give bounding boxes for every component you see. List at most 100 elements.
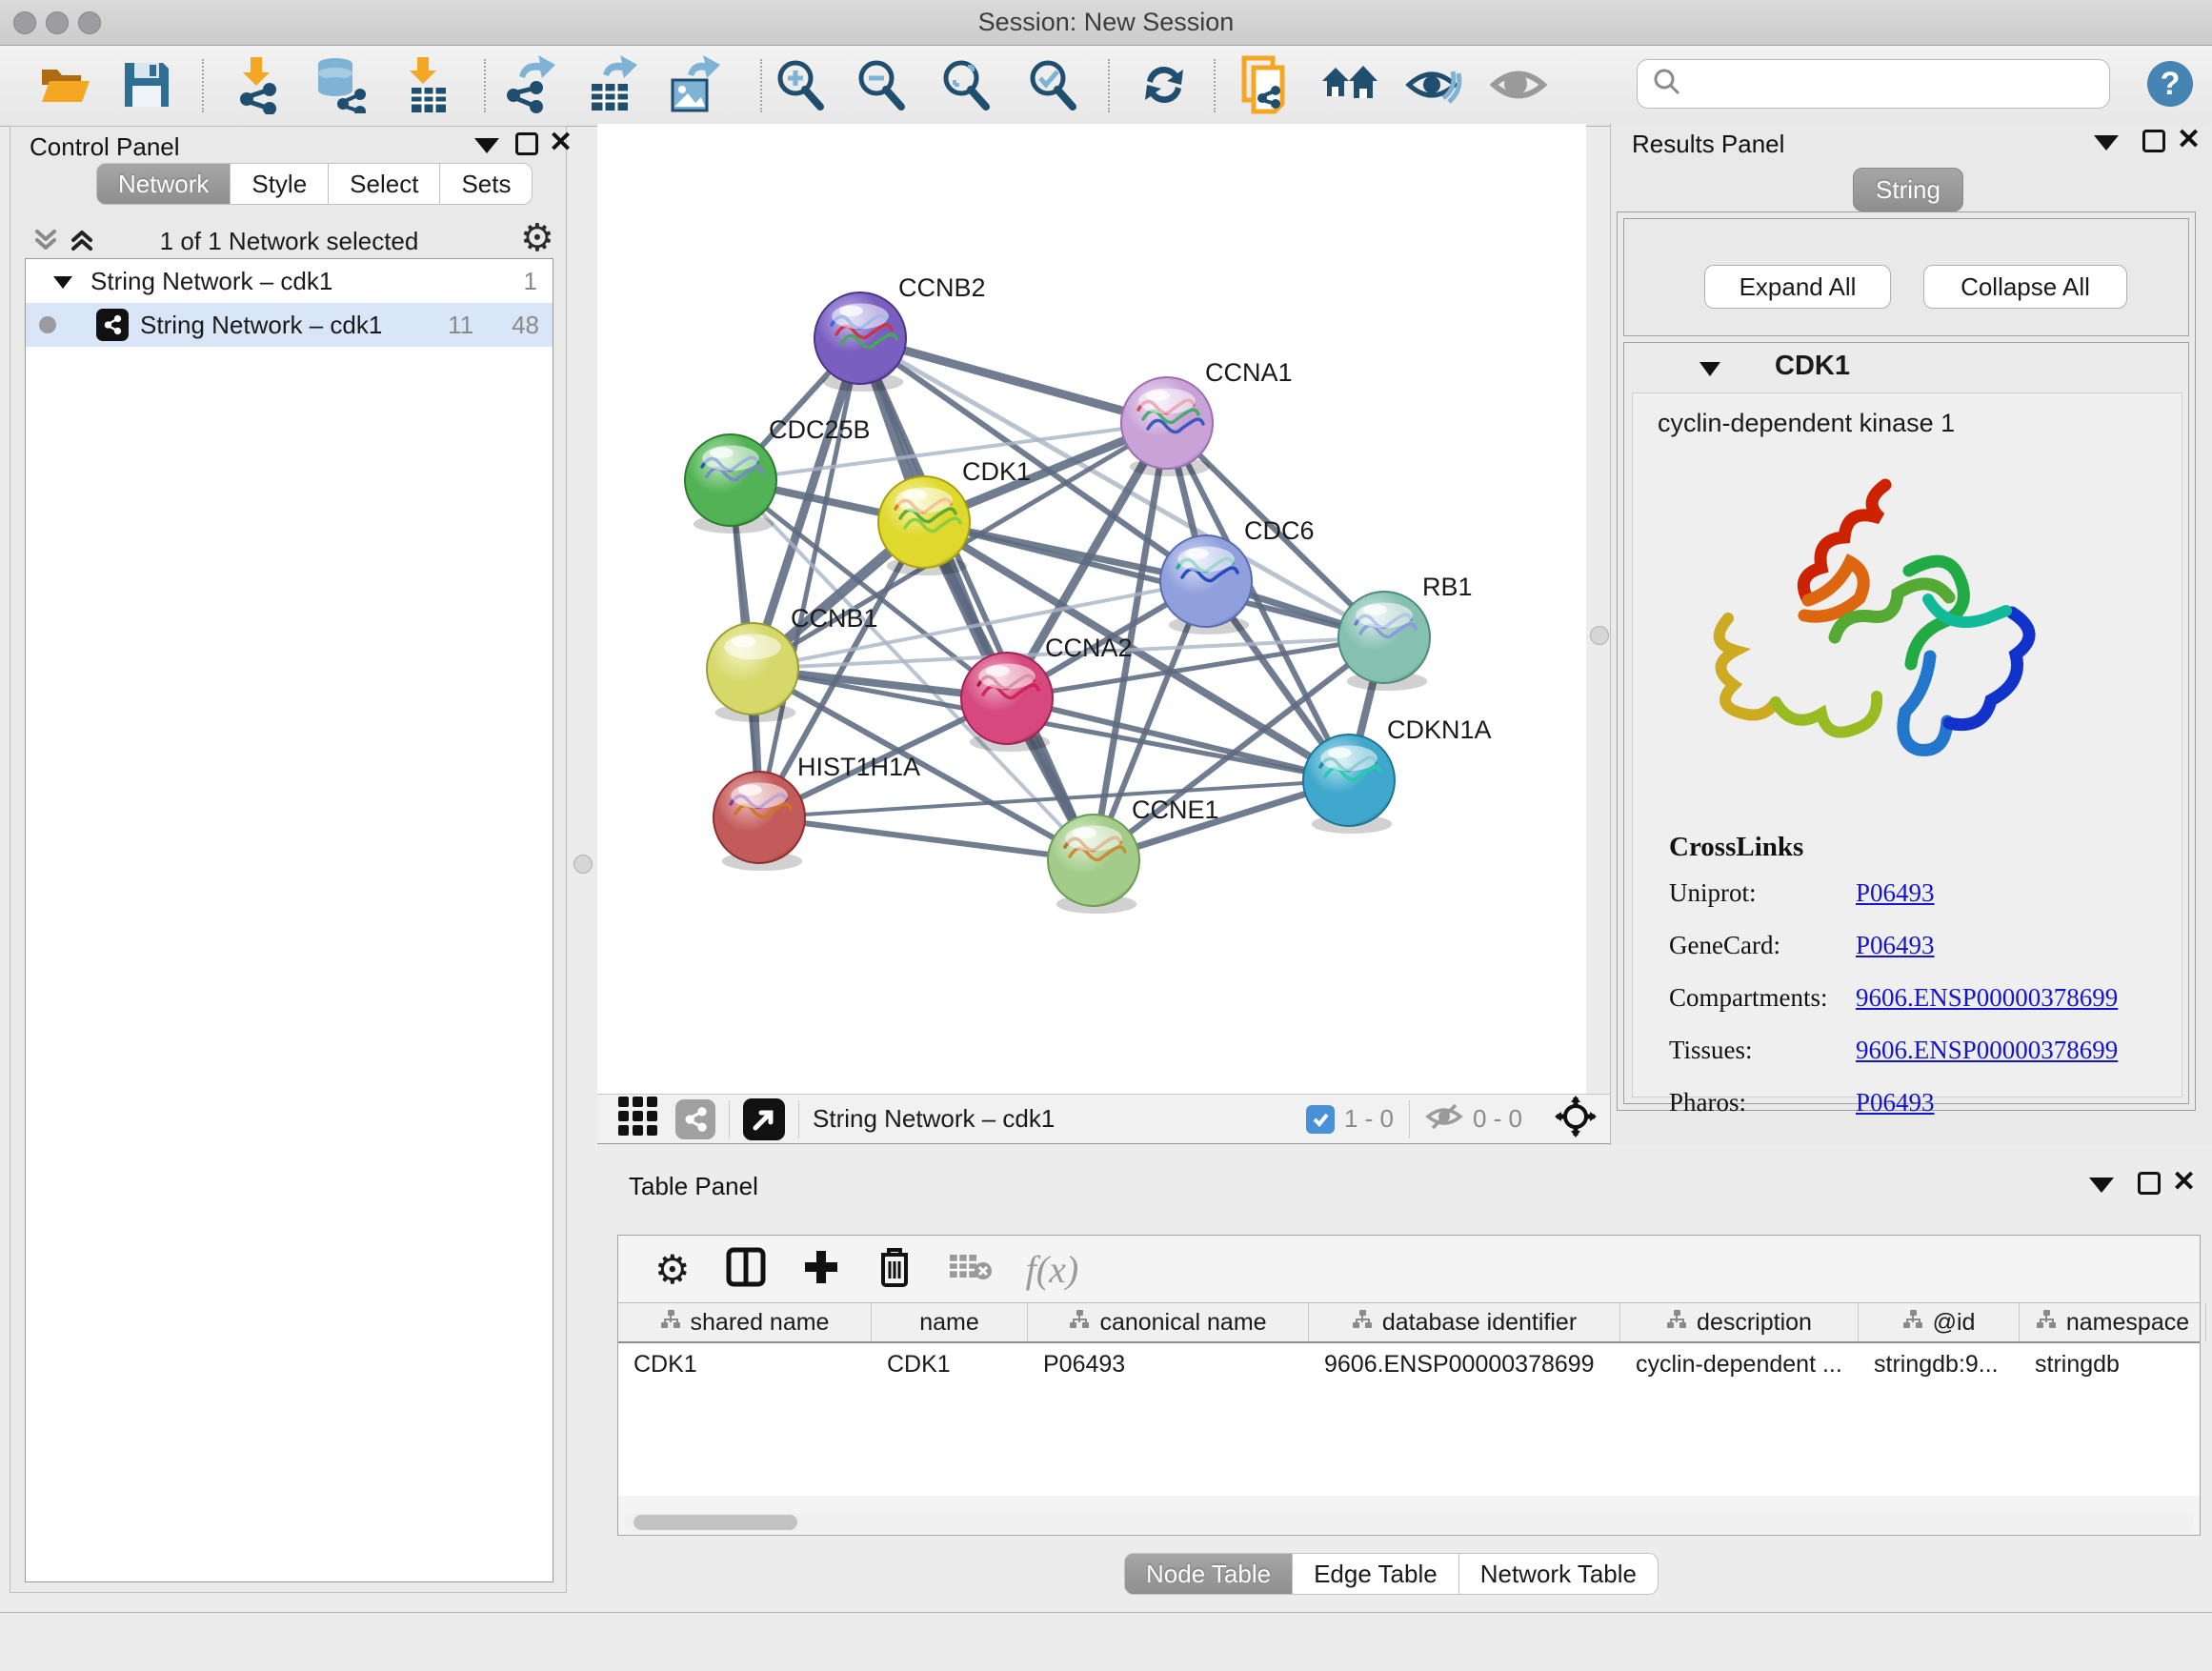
- zoom-in-icon[interactable]: [770, 53, 831, 116]
- function-builder-icon[interactable]: f(x): [1026, 1247, 1079, 1292]
- column-type-icon: [1902, 1309, 1923, 1337]
- crosslink-link[interactable]: P06493: [1856, 1088, 1935, 1117]
- table-row[interactable]: CDK1CDK1P064939606.ENSP00000378699cyclin…: [618, 1343, 2200, 1385]
- crosslink-link[interactable]: 9606.ENSP00000378699: [1856, 983, 2118, 1013]
- hide-selected-eye-icon[interactable]: [1403, 53, 1464, 116]
- network-row[interactable]: String Network – cdk1 11 48: [26, 303, 553, 347]
- column-type-icon: [2036, 1309, 2057, 1337]
- network-collection-row[interactable]: String Network – cdk1 1: [26, 259, 553, 303]
- fit-selected-crosshair-icon[interactable]: [1555, 1096, 1597, 1142]
- hidden-eye-icon[interactable]: [1425, 1101, 1463, 1137]
- import-table-file-icon[interactable]: [394, 53, 455, 116]
- tab-style[interactable]: Style: [231, 163, 329, 205]
- network-share-icon[interactable]: [675, 1099, 715, 1139]
- column-label: database identifier: [1382, 1309, 1577, 1337]
- table-cell[interactable]: CDK1: [872, 1343, 1028, 1385]
- save-session-icon[interactable]: [116, 53, 177, 116]
- tab-network-table[interactable]: Network Table: [1459, 1553, 1659, 1595]
- control-panel-close-icon[interactable]: ✕: [549, 131, 573, 155]
- window-title: Session: New Session: [0, 0, 2212, 45]
- column-header-shared-name[interactable]: shared name: [618, 1303, 872, 1341]
- search-input[interactable]: [1691, 69, 2109, 100]
- import-network-database-icon[interactable]: [309, 53, 370, 116]
- results-panel-float-icon[interactable]: [2142, 130, 2165, 152]
- export-network-icon[interactable]: [497, 53, 558, 116]
- delete-table-icon[interactable]: [948, 1251, 992, 1288]
- network-selection-summary: 1 of 1 Network selected: [10, 227, 568, 256]
- table-cell[interactable]: P06493: [1028, 1343, 1309, 1385]
- gene-section-expander-icon[interactable]: [1699, 360, 1721, 382]
- open-session-icon[interactable]: [34, 53, 95, 116]
- node-label-CCNE1: CCNE1: [1132, 795, 1219, 824]
- search-field[interactable]: [1637, 59, 2110, 109]
- column-header-database-identifier[interactable]: database identifier: [1309, 1303, 1620, 1341]
- tab-node-table[interactable]: Node Table: [1124, 1553, 1293, 1595]
- zoom-selected-icon[interactable]: [1022, 53, 1083, 116]
- tab-string[interactable]: String: [1853, 168, 1963, 211]
- edge-CCNB2-HIST1H1A[interactable]: [759, 338, 860, 817]
- open-in-window-icon[interactable]: [743, 1098, 785, 1140]
- table-panel-float-icon[interactable]: [2138, 1172, 2161, 1195]
- edge-HIST1H1A-CCNE1[interactable]: [759, 817, 1094, 860]
- duplicate-network-icon[interactable]: [1237, 53, 1298, 116]
- refresh-icon[interactable]: [1134, 53, 1195, 116]
- delete-column-trash-icon[interactable]: [875, 1245, 914, 1294]
- edge-CDK1-RB1[interactable]: [924, 522, 1384, 637]
- zoom-out-icon[interactable]: [851, 53, 912, 116]
- birds-eye-grid-icon[interactable]: [616, 1095, 660, 1143]
- zoom-fit-icon[interactable]: [935, 53, 996, 116]
- crosslink-label: Compartments:: [1669, 983, 1856, 1013]
- table-cell[interactable]: stringdb:9...: [1859, 1343, 2020, 1385]
- node-label-CCNA2: CCNA2: [1045, 634, 1133, 662]
- tab-select[interactable]: Select: [329, 163, 440, 205]
- table-cell[interactable]: stringdb: [2020, 1343, 2206, 1385]
- edge-CCNB2-CCNA1[interactable]: [860, 338, 1167, 423]
- tab-edge-table[interactable]: Edge Table: [1293, 1553, 1459, 1595]
- tab-network[interactable]: Network: [96, 163, 231, 205]
- column-header--id[interactable]: @id: [1859, 1303, 2020, 1341]
- crosslink-link[interactable]: P06493: [1856, 878, 1935, 908]
- crosslink-link[interactable]: P06493: [1856, 931, 1935, 960]
- node-RB1[interactable]: RB1: [1338, 573, 1473, 691]
- results-panel-close-icon[interactable]: ✕: [2177, 128, 2201, 152]
- import-network-file-icon[interactable]: [227, 53, 288, 116]
- table-cell[interactable]: 9606.ENSP00000378699: [1309, 1343, 1620, 1385]
- node-CCNB2[interactable]: CCNB2: [814, 273, 986, 392]
- tab-sets[interactable]: Sets: [440, 163, 533, 205]
- table-cell[interactable]: cyclin-dependent ...: [1620, 1343, 1859, 1385]
- crosslink-link[interactable]: 9606.ENSP00000378699: [1856, 1036, 2118, 1065]
- network-canvas[interactable]: CCNB2CCNA1CDC25BCDK1CDC6RB1CCNB1CCNA2CDK…: [597, 124, 1586, 1094]
- table-horizontal-scrollbar[interactable]: [624, 1513, 2194, 1532]
- column-header-canonical-name[interactable]: canonical name: [1028, 1303, 1309, 1341]
- results-panel-collapse-icon[interactable]: [2094, 135, 2119, 151]
- expand-all-button[interactable]: Expand All: [1704, 265, 1891, 309]
- column-header-namespace[interactable]: namespace: [2020, 1303, 2206, 1341]
- table-cell[interactable]: CDK1: [618, 1343, 872, 1385]
- preview-eye-icon[interactable]: [1488, 53, 1549, 116]
- collection-expander-icon[interactable]: [52, 267, 73, 296]
- export-image-icon[interactable]: [662, 53, 723, 116]
- control-panel: Control Panel ✕ Network Style Select Set…: [10, 126, 567, 1593]
- show-all-houses-icon[interactable]: [1319, 53, 1380, 116]
- export-table-icon[interactable]: [579, 53, 640, 116]
- show-columns-icon[interactable]: [725, 1246, 767, 1293]
- right-splitter-handle[interactable]: [1590, 626, 1609, 645]
- column-header-description[interactable]: description: [1620, 1303, 1859, 1341]
- gene-name: CDK1: [1775, 351, 1850, 382]
- scrollbar-thumb[interactable]: [633, 1515, 797, 1530]
- table-settings-gear-icon[interactable]: ⚙: [654, 1246, 691, 1293]
- control-panel-float-icon[interactable]: [515, 132, 538, 155]
- node-CDKN1A[interactable]: CDKN1A: [1303, 715, 1492, 834]
- help-icon[interactable]: ?: [2147, 61, 2193, 107]
- column-header-name[interactable]: name: [872, 1303, 1028, 1341]
- network-options-gear-icon[interactable]: ⚙: [520, 216, 554, 260]
- collapse-all-button[interactable]: Collapse All: [1923, 265, 2127, 309]
- selected-checkbox-icon[interactable]: [1306, 1105, 1335, 1134]
- table-panel-collapse-icon[interactable]: [2089, 1178, 2114, 1193]
- node-HIST1H1A[interactable]: HIST1H1A: [714, 753, 920, 871]
- table-panel-close-icon[interactable]: ✕: [2172, 1170, 2196, 1195]
- node-label-CDC25B: CDC25B: [769, 415, 871, 444]
- add-column-icon[interactable]: [801, 1247, 841, 1292]
- control-panel-collapse-icon[interactable]: [474, 138, 499, 153]
- left-splitter-handle[interactable]: [573, 855, 593, 874]
